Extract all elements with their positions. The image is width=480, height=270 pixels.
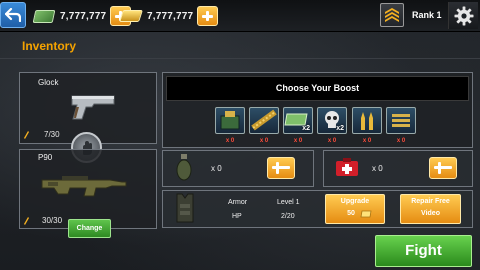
- repair-free-button[interactable]: Repair Free Video: [400, 194, 461, 224]
- secondary-weapon-name: P90: [38, 153, 53, 162]
- top-bar: 7,777,777 7,777,777 Rank 1: [0, 0, 480, 32]
- boost-count: x 0: [396, 138, 406, 144]
- bullet-belt-icon: [251, 109, 277, 131]
- grenade-count: x 0: [211, 164, 222, 173]
- gold-bullets-icon: [361, 112, 373, 130]
- settings-button[interactable]: [448, 2, 478, 29]
- repair-sub-label: Video: [421, 210, 440, 217]
- smg-icon: [41, 176, 127, 197]
- bullet-icon: [24, 217, 29, 225]
- title-divider: [0, 58, 480, 59]
- cash-icon: [32, 9, 56, 23]
- back-arrow-icon: [5, 8, 21, 22]
- boost-count: x 0: [225, 138, 235, 144]
- boost-header: Choose Your Boost: [166, 76, 469, 101]
- boost-ammo-clip[interactable]: [386, 107, 416, 134]
- inventory-title: Inventory: [22, 39, 77, 53]
- skull-x2-tag: x2: [336, 125, 344, 132]
- upgrade-cost: 50: [347, 210, 355, 217]
- upgrade-label: Upgrade: [340, 198, 370, 205]
- back-button[interactable]: [0, 2, 26, 28]
- ammo-clip-icon: [392, 114, 410, 127]
- grenade-icon: [176, 154, 192, 181]
- cash-display: 7,777,777: [32, 6, 132, 26]
- primary-weapon-name: Glock: [38, 78, 59, 87]
- boost-ammo-crate[interactable]: [215, 107, 245, 134]
- boost-count: x 0: [327, 138, 337, 144]
- gear-icon: [454, 6, 473, 25]
- boost-gold-bullets[interactable]: [352, 107, 382, 134]
- gold-amount: 7,777,777: [147, 10, 194, 22]
- armor-level: Level 1: [277, 199, 300, 206]
- primary-ammo: 7/30: [44, 130, 60, 139]
- add-medkit-button[interactable]: [429, 157, 457, 179]
- add-gold-button[interactable]: [197, 6, 219, 26]
- bullet-icon: [24, 131, 29, 139]
- rank-label: Rank 1: [412, 10, 442, 20]
- repair-label: Repair Free: [411, 198, 450, 205]
- boost-skull-x2[interactable]: x2: [317, 107, 347, 134]
- medkit-icon: [336, 158, 358, 176]
- boost-bullet-belt[interactable]: [249, 107, 279, 134]
- pistol-icon: [71, 95, 115, 120]
- rank-chevron-icon: [380, 3, 404, 27]
- gold-bar-icon: [360, 210, 372, 218]
- hp-label: HP: [232, 213, 242, 220]
- fight-button[interactable]: Fight: [375, 235, 472, 267]
- gold-display: 7,777,777: [119, 6, 219, 26]
- change-button[interactable]: Change: [68, 219, 111, 238]
- boost-count: x 0: [259, 138, 269, 144]
- armor-label: Armor: [228, 199, 248, 206]
- boost-cash-x2[interactable]: x2: [283, 107, 313, 134]
- gold-bar-icon: [119, 10, 143, 22]
- boost-count: x 0: [362, 138, 372, 144]
- medkit-count: x 0: [372, 164, 383, 173]
- add-grenade-button[interactable]: [267, 157, 295, 179]
- cash-amount: 7,777,777: [60, 10, 107, 22]
- hp-value: 2/20: [281, 213, 295, 220]
- boost-count: x 0: [293, 138, 303, 144]
- armor-vest-icon: [176, 193, 194, 223]
- upgrade-button[interactable]: Upgrade 50: [325, 194, 385, 224]
- cash-x2-tag: x2: [302, 125, 310, 132]
- ammo-crate-icon: [220, 111, 240, 130]
- secondary-ammo: 30/30: [42, 216, 63, 225]
